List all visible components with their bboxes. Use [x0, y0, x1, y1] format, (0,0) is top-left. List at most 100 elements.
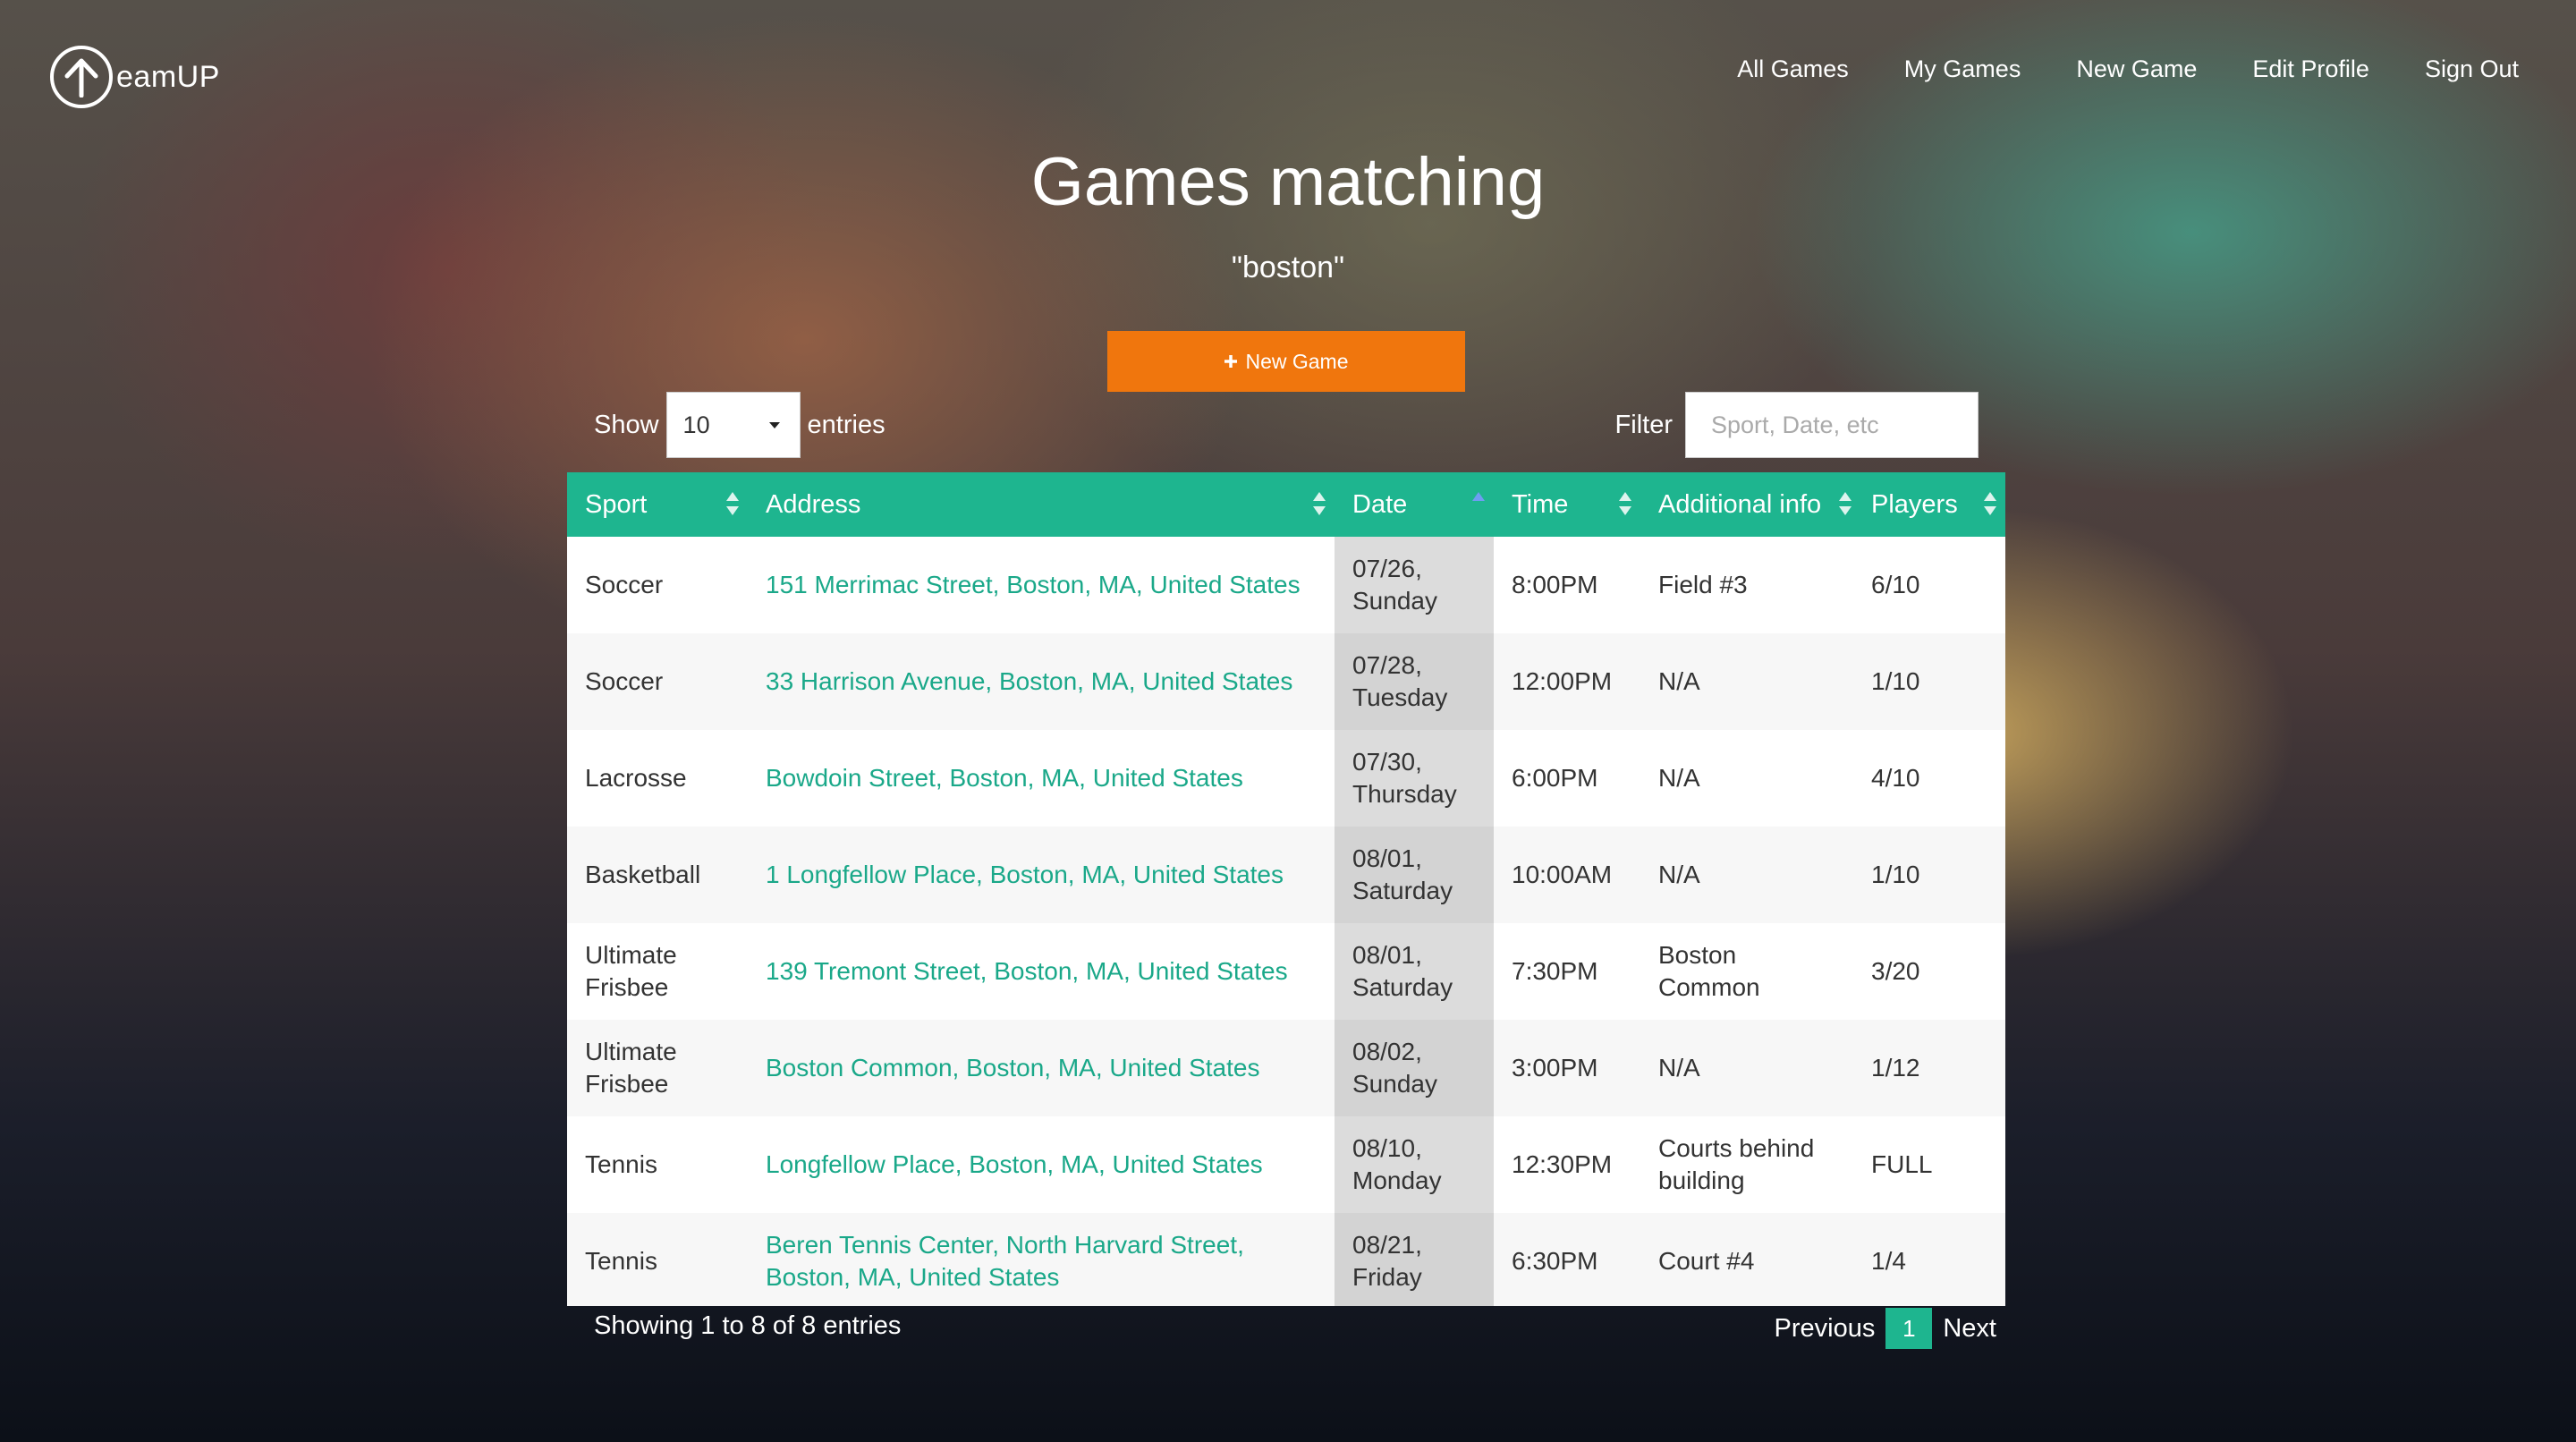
cell-players: 1/10 — [1853, 827, 2005, 923]
cell-date: 08/01, Saturday — [1335, 827, 1494, 923]
brand-logo[interactable]: eamUP — [50, 43, 220, 111]
cell-sport: Soccer — [585, 571, 664, 598]
cell-players: 3/20 — [1871, 957, 1920, 985]
nav-my-games[interactable]: My Games — [1904, 55, 2021, 83]
sort-icon — [726, 492, 739, 515]
cell-players: 1/4 — [1853, 1213, 2005, 1306]
new-game-button[interactable]: New Game — [1107, 331, 1465, 392]
address-link[interactable]: 33 Harrison Avenue, Boston, MA, United S… — [748, 633, 1335, 730]
address-link[interactable]: 1 Longfellow Place, Boston, MA, United S… — [748, 827, 1335, 923]
table-row: Soccer 151 Merrimac Street, Boston, MA, … — [567, 537, 2005, 633]
nav-edit-profile[interactable]: Edit Profile — [2252, 55, 2369, 83]
cell-date: 08/02, Sunday — [1335, 1020, 1494, 1116]
cell-time: 3:00PM — [1494, 1020, 1640, 1116]
cell-additional-info: Courts behind building — [1658, 1134, 1815, 1194]
filter-label: Filter — [1614, 410, 1673, 439]
cell-sport: Tennis — [585, 1150, 657, 1178]
table-row: Basketball 1 Longfellow Place, Boston, M… — [567, 827, 2005, 923]
cell-sport: Tennis — [567, 1213, 748, 1306]
cell-additional-info: Boston Common — [1658, 941, 1760, 1001]
cell-sport: Soccer — [567, 633, 748, 730]
cell-date: 08/01, Saturday — [1335, 923, 1494, 1020]
cell-players: 1/10 — [1853, 633, 2005, 730]
entries-length-control: Show 10 entries — [594, 392, 886, 458]
arrow-up-circle-icon — [50, 46, 113, 108]
games-table-container: Sport Address Date Time Additional info … — [567, 472, 2005, 1306]
cell-additional-info: Field #3 — [1658, 571, 1748, 598]
table-row: Tennis Longfellow Place, Boston, MA, Uni… — [567, 1116, 2005, 1213]
cell-time: 12:00PM — [1494, 633, 1640, 730]
games-table: Sport Address Date Time Additional info … — [567, 472, 2005, 1306]
entries-label: entries — [807, 410, 886, 439]
cell-time: 6:30PM — [1494, 1213, 1640, 1306]
table-row: Tennis Beren Tennis Center, North Harvar… — [567, 1213, 2005, 1306]
filter-control: Filter — [1615, 392, 1979, 458]
search-query: "boston" — [1231, 250, 1345, 284]
cell-players: 6/10 — [1871, 571, 1920, 598]
cell-additional-info: N/A — [1640, 827, 1853, 923]
cell-time: 12:30PM — [1512, 1150, 1613, 1178]
page-title: Games matching — [1030, 144, 1546, 220]
address-link[interactable]: Beren Tennis Center, North Harvard Stree… — [748, 1213, 1335, 1306]
cell-additional-info: N/A — [1640, 1020, 1853, 1116]
entries-select[interactable]: 10 — [665, 392, 801, 458]
chevron-down-icon — [768, 422, 780, 428]
cell-sport: Lacrosse — [585, 764, 687, 792]
cell-players: 1/12 — [1853, 1020, 2005, 1116]
filter-input[interactable] — [1685, 392, 1979, 458]
cell-additional-info: Court #4 — [1640, 1213, 1853, 1306]
cell-sport: Basketball — [567, 827, 748, 923]
cell-sport: Ultimate Frisbee — [567, 1020, 748, 1116]
brand-name: eamUP — [116, 59, 220, 94]
show-label: Show — [594, 410, 659, 439]
cell-time: 6:00PM — [1512, 764, 1598, 792]
column-header-additional-info[interactable]: Additional info — [1640, 472, 1853, 537]
cell-players: FULL — [1871, 1150, 1933, 1178]
column-header-address[interactable]: Address — [748, 472, 1335, 537]
address-link[interactable]: 139 Tremont Street, Boston, MA, United S… — [748, 923, 1335, 1020]
previous-page-button[interactable]: Previous — [1767, 1314, 1883, 1344]
table-row: Lacrosse Bowdoin Street, Boston, MA, Uni… — [567, 730, 2005, 827]
cell-time: 8:00PM — [1512, 571, 1598, 598]
cell-sport: Ultimate Frisbee — [585, 941, 677, 1001]
column-header-sport[interactable]: Sport — [567, 472, 748, 537]
address-link[interactable]: Longfellow Place, Boston, MA, United Sta… — [748, 1116, 1335, 1213]
sort-icon — [1313, 492, 1326, 515]
sort-icon — [1984, 492, 1996, 515]
address-link[interactable]: Boston Common, Boston, MA, United States — [748, 1020, 1335, 1116]
nav-sign-out[interactable]: Sign Out — [2425, 55, 2519, 83]
cell-date: 07/28, Tuesday — [1335, 633, 1494, 730]
entries-select-value: 10 — [682, 411, 710, 438]
table-row: Soccer 33 Harrison Avenue, Boston, MA, U… — [567, 633, 2005, 730]
address-link[interactable]: 151 Merrimac Street, Boston, MA, United … — [748, 537, 1335, 633]
cell-time: 10:00AM — [1494, 827, 1640, 923]
cell-additional-info: N/A — [1640, 633, 1853, 730]
main-nav: All Games My Games New Game Edit Profile… — [1682, 55, 2519, 83]
cell-players: 4/10 — [1871, 764, 1920, 792]
sort-icon — [1839, 492, 1852, 515]
sort-icon — [1619, 492, 1631, 515]
address-link[interactable]: Bowdoin Street, Boston, MA, United State… — [748, 730, 1335, 827]
cell-date: 08/21, Friday — [1335, 1213, 1494, 1306]
column-header-time[interactable]: Time — [1494, 472, 1640, 537]
nav-new-game[interactable]: New Game — [2076, 55, 2197, 83]
new-game-button-label: New Game — [1245, 349, 1349, 373]
next-page-button[interactable]: Next — [1936, 1314, 2004, 1344]
top-navbar: eamUP All Games My Games New Game Edit P… — [0, 0, 2576, 143]
sort-ascending-icon — [1472, 492, 1485, 506]
cell-date: 07/26, Sunday — [1335, 537, 1494, 633]
column-header-date[interactable]: Date — [1335, 472, 1494, 537]
pagination: Previous 1 Next — [1767, 1308, 2004, 1349]
column-header-players[interactable]: Players — [1853, 472, 2005, 537]
table-info: Showing 1 to 8 of 8 entries — [594, 1311, 902, 1340]
table-header-row: Sport Address Date Time Additional info … — [567, 472, 2005, 537]
cell-date: 07/30, Thursday — [1335, 730, 1494, 827]
table-row: Ultimate Frisbee 139 Tremont Street, Bos… — [567, 923, 2005, 1020]
cell-time: 7:30PM — [1512, 957, 1598, 985]
table-body: Soccer 151 Merrimac Street, Boston, MA, … — [567, 537, 2005, 1306]
nav-all-games[interactable]: All Games — [1737, 55, 1849, 83]
table-row: Ultimate Frisbee Boston Common, Boston, … — [567, 1020, 2005, 1116]
page-1-button[interactable]: 1 — [1885, 1308, 1933, 1349]
cell-date: 08/10, Monday — [1335, 1116, 1494, 1213]
cell-additional-info: N/A — [1658, 764, 1700, 792]
